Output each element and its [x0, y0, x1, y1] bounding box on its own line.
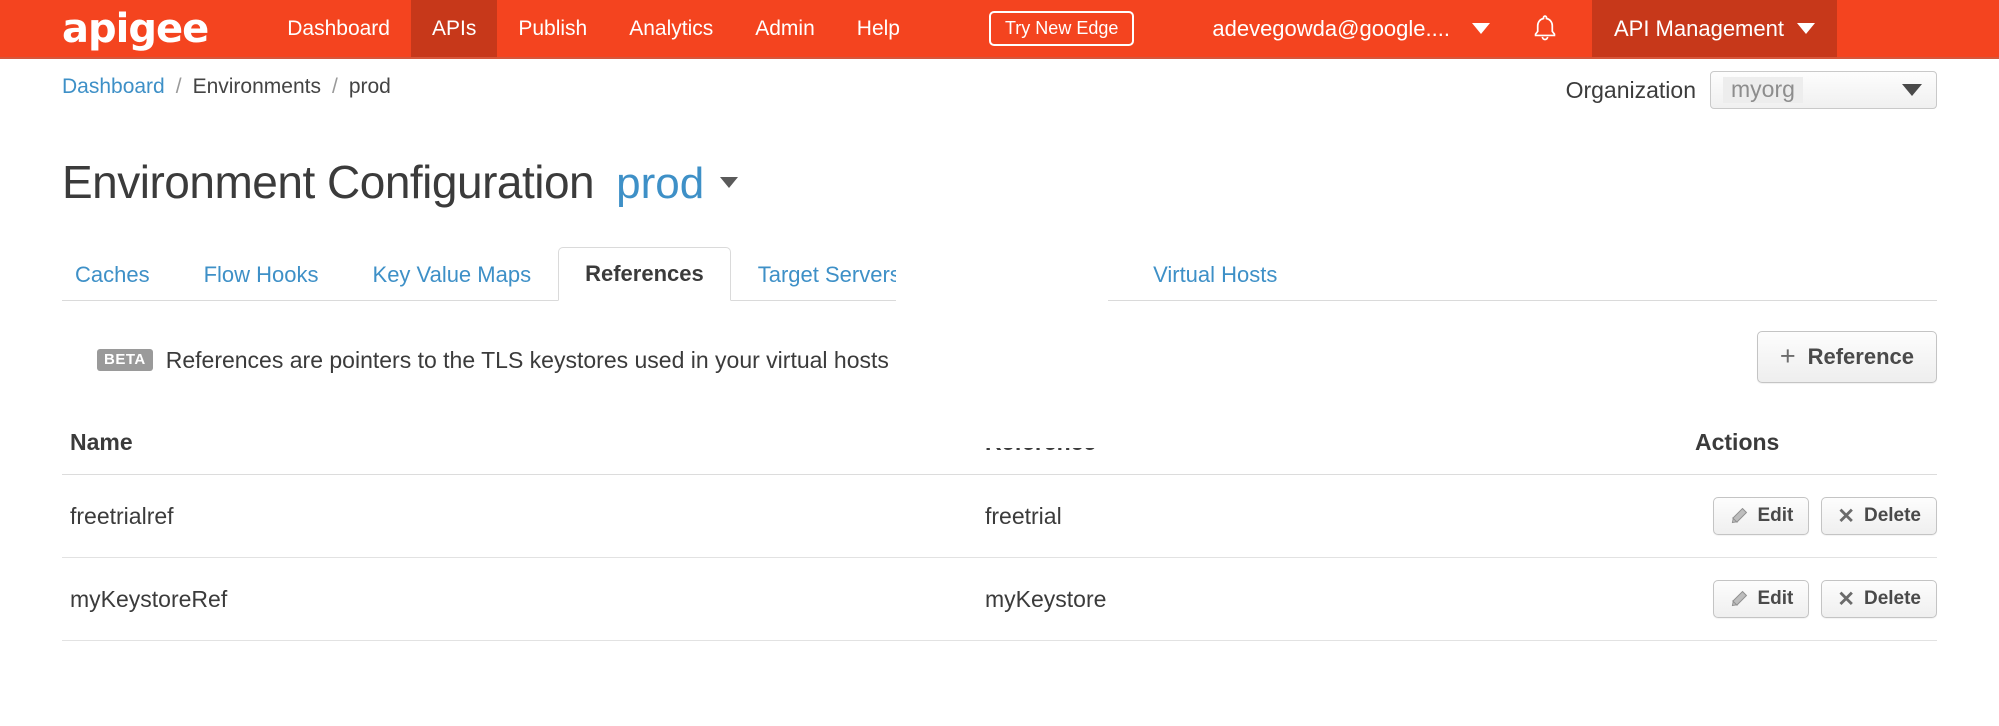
- nav-item-analytics[interactable]: Analytics: [608, 0, 734, 57]
- edit-button[interactable]: Edit: [1713, 580, 1809, 618]
- product-switcher-label: API Management: [1614, 16, 1784, 42]
- tab-caches[interactable]: Caches: [62, 263, 177, 300]
- table-header: Name Reference Actions: [62, 421, 1937, 475]
- table-header-row: Name Reference Actions: [62, 421, 1937, 475]
- cell-actions: Edit ✕ Delete: [1687, 475, 1937, 558]
- tab-references[interactable]: References: [558, 247, 731, 301]
- account-email: adevegowda@google....: [1212, 16, 1450, 42]
- beta-badge: BETA: [97, 349, 153, 371]
- tab-tls-keystores[interactable]: TLS Keystores: [928, 263, 1126, 300]
- tab-flow-hooks[interactable]: Flow Hooks: [177, 263, 346, 300]
- top-navigation-bar: apigee Dashboard APIs Publish Analytics …: [0, 0, 1999, 59]
- description-text: References are pointers to the TLS keyst…: [166, 347, 1087, 374]
- delete-label: Delete: [1864, 588, 1921, 610]
- plus-icon: +: [1780, 346, 1796, 368]
- tab-target-servers[interactable]: Target Servers: [731, 263, 928, 300]
- edit-button[interactable]: Edit: [1713, 497, 1809, 535]
- column-header-actions: Actions: [1687, 421, 1937, 475]
- close-icon: ✕: [1837, 506, 1855, 527]
- breadcrumb-separator: /: [176, 75, 182, 99]
- organization-value: myorg: [1723, 77, 1803, 102]
- notifications-button[interactable]: [1532, 0, 1558, 57]
- primary-nav: Dashboard APIs Publish Analytics Admin H…: [266, 0, 921, 57]
- breadcrumb-item-environments[interactable]: Environments: [193, 75, 321, 99]
- edit-label: Edit: [1757, 588, 1793, 610]
- description-row: BETA References are pointers to the TLS …: [0, 329, 1999, 391]
- chevron-down-icon: [1472, 23, 1490, 34]
- close-icon: ✕: [1837, 589, 1855, 610]
- nav-item-publish[interactable]: Publish: [497, 0, 608, 57]
- chevron-down-icon[interactable]: [720, 177, 738, 188]
- row-action-buttons: Edit ✕ Delete: [1695, 497, 1937, 535]
- row-action-buttons: Edit ✕ Delete: [1695, 580, 1937, 618]
- cell-actions: Edit ✕ Delete: [1687, 558, 1937, 641]
- chevron-down-icon: [1797, 23, 1815, 34]
- try-new-edge-button[interactable]: Try New Edge: [989, 11, 1134, 46]
- product-switcher[interactable]: API Management: [1592, 0, 1837, 57]
- cell-reference: myKeystore: [977, 558, 1687, 641]
- delete-button[interactable]: ✕ Delete: [1821, 497, 1937, 535]
- breadcrumb-separator: /: [332, 75, 338, 99]
- chevron-down-icon: [1902, 84, 1922, 96]
- description-block: BETA References are pointers to the TLS …: [97, 347, 1087, 374]
- cell-reference: freetrial: [977, 475, 1687, 558]
- account-menu[interactable]: adevegowda@google....: [1212, 0, 1490, 57]
- pencil-icon: [1729, 590, 1748, 609]
- references-table-wrapper: Name Reference Actions freetrialref free…: [0, 421, 1999, 641]
- nav-item-dashboard[interactable]: Dashboard: [266, 0, 411, 57]
- bell-icon: [1532, 14, 1558, 44]
- cell-name: myKeystoreRef: [62, 558, 977, 641]
- breadcrumb: Dashboard / Environments / prod: [62, 75, 391, 99]
- nav-item-help[interactable]: Help: [836, 0, 921, 57]
- organization-label: Organization: [1566, 77, 1696, 104]
- nav-item-apis[interactable]: APIs: [411, 0, 497, 57]
- edit-label: Edit: [1757, 505, 1793, 527]
- table-row: freetrialref freetrial Edit ✕: [62, 475, 1937, 558]
- apigee-logo[interactable]: apigee: [0, 0, 208, 57]
- table-body: freetrialref freetrial Edit ✕: [62, 475, 1937, 641]
- breadcrumb-item-prod: prod: [349, 75, 391, 99]
- page-title-row: Environment Configuration prod: [0, 115, 1999, 209]
- tabs-container: Caches Flow Hooks Key Value Maps Referen…: [0, 247, 1999, 301]
- cell-name: freetrialref: [62, 475, 977, 558]
- pencil-icon: [1729, 507, 1748, 526]
- column-header-name: Name: [62, 421, 977, 475]
- try-new-edge-container: Try New Edge: [989, 0, 1134, 57]
- page-title: Environment Configuration: [62, 155, 594, 209]
- breadcrumb-item-dashboard[interactable]: Dashboard: [62, 75, 165, 99]
- table-row: myKeystoreRef myKeystore Edit ✕: [62, 558, 1937, 641]
- nav-item-admin[interactable]: Admin: [734, 0, 836, 57]
- references-table: Name Reference Actions freetrialref free…: [62, 421, 1937, 641]
- delete-label: Delete: [1864, 505, 1921, 527]
- tab-bar: Caches Flow Hooks Key Value Maps Referen…: [62, 247, 1937, 301]
- add-reference-label: Reference: [1808, 344, 1914, 370]
- tab-virtual-hosts[interactable]: Virtual Hosts: [1126, 263, 1304, 300]
- organization-selector-group: Organization myorg: [1566, 71, 1937, 109]
- add-reference-button[interactable]: + Reference: [1757, 331, 1937, 383]
- environment-selector-label[interactable]: prod: [616, 159, 704, 209]
- tab-key-value-maps[interactable]: Key Value Maps: [346, 263, 559, 300]
- organization-dropdown[interactable]: myorg: [1710, 71, 1937, 109]
- breadcrumb-row: Dashboard / Environments / prod Organiza…: [0, 59, 1999, 115]
- column-header-reference: Reference: [977, 421, 1687, 475]
- delete-button[interactable]: ✕ Delete: [1821, 580, 1937, 618]
